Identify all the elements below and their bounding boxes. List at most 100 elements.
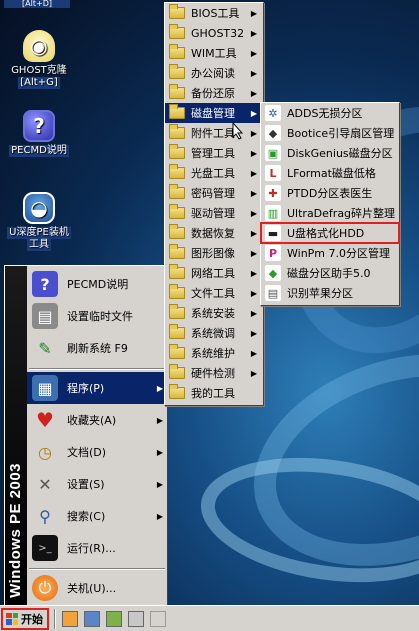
- start-item-pecmd[interactable]: ? PECMD说明: [27, 268, 167, 300]
- programs-menu-item[interactable]: 磁盘管理 ▶: [165, 103, 263, 123]
- programs-menu-item[interactable]: 文件工具 ▶: [165, 283, 263, 303]
- quicklaunch-explorer-icon[interactable]: [84, 610, 100, 627]
- desktop-icon-label-line2: 工具: [27, 239, 51, 251]
- start-item-run[interactable]: >_ 运行(R)...: [27, 532, 167, 564]
- programs-menu-item-label: GHOST32: [191, 26, 245, 40]
- start-item-label: 文档(D): [67, 446, 107, 459]
- programs-menu-item[interactable]: 系统微调 ▶: [165, 323, 263, 343]
- programs-menu-item[interactable]: 图形图像 ▶: [165, 243, 263, 263]
- partition-assistant-icon: ◆: [265, 265, 281, 281]
- disk-menu-item[interactable]: P WinPm 7.0分区管理: [261, 243, 399, 263]
- start-item-label: 运行(R)...: [67, 542, 116, 555]
- submenu-arrow-icon: ▶: [250, 348, 257, 358]
- folder-icon: [169, 224, 185, 239]
- disk-menu-item[interactable]: ▥ UltraDefrag碎片整理: [261, 203, 399, 223]
- folder-icon: [169, 344, 185, 359]
- quicklaunch-eraser-icon[interactable]: [150, 610, 166, 627]
- start-item-documents[interactable]: ◷ 文档(D) ▶: [27, 436, 167, 468]
- programs-menu-item-label: 附件工具: [191, 127, 235, 140]
- submenu-arrow-icon: ▶: [250, 188, 257, 198]
- folder-icon: [169, 44, 185, 59]
- quicklaunch-tool-icon[interactable]: [128, 610, 144, 627]
- desktop-icon-label: PECMD说明: [9, 145, 69, 157]
- bootice-icon: ◆: [265, 125, 281, 141]
- start-item-settings[interactable]: ✕ 设置(S) ▶: [27, 468, 167, 500]
- programs-menu-item-label: 系统安装: [191, 307, 235, 320]
- disk-menu-item[interactable]: L LFormat磁盘低格: [261, 163, 399, 183]
- programs-menu-item[interactable]: 密码管理 ▶: [165, 183, 263, 203]
- banner-text: Windows PE 2003: [7, 463, 24, 598]
- programs-menu-item-label: 办公阅读: [191, 67, 235, 80]
- programs-menu-item[interactable]: 硬件检测 ▶: [165, 363, 263, 383]
- quicklaunch-folder-icon[interactable]: [62, 610, 78, 627]
- start-item-shutdown[interactable]: ⏻ 关机(U)...: [27, 572, 167, 604]
- winpm-icon: P: [265, 245, 281, 261]
- programs-menu-item-label: 我的工具: [191, 387, 235, 400]
- desktop-icon-hotkey: [Alt+G]: [18, 77, 60, 89]
- folder-icon: [169, 264, 185, 279]
- help-icon: ?: [32, 271, 58, 297]
- ptdd-icon: ✚: [265, 185, 281, 201]
- programs-menu-item[interactable]: 网络工具 ▶: [165, 263, 263, 283]
- programs-menu-item[interactable]: 附件工具 ▶: [165, 123, 263, 143]
- submenu-arrow-icon: ▶: [250, 148, 257, 158]
- programs-menu-item[interactable]: 办公阅读 ▶: [165, 63, 263, 83]
- programs-menu-item[interactable]: 驱动管理 ▶: [165, 203, 263, 223]
- programs-menu-item-label: 密码管理: [191, 187, 235, 200]
- disk-menu-item[interactable]: ◆ 磁盘分区助手5.0: [261, 263, 399, 283]
- programs-menu-item-label: 驱动管理: [191, 207, 235, 220]
- submenu-arrow-icon: ▶: [250, 308, 257, 318]
- programs-menu-item[interactable]: 系统安装 ▶: [165, 303, 263, 323]
- submenu-arrow-icon: ▶: [250, 88, 257, 98]
- wrench-icon: ✕: [38, 474, 52, 494]
- ultradefrag-icon: ▥: [265, 205, 281, 221]
- start-item-programs[interactable]: ▦ 程序(P) ▶: [27, 372, 167, 404]
- programs-menu-item-label: 网络工具: [191, 267, 235, 280]
- search-icon: ⚲: [39, 506, 51, 526]
- start-item-refresh[interactable]: ✎ 刷新系统 F9: [27, 332, 167, 364]
- programs-menu-item-label: 管理工具: [191, 147, 235, 160]
- folder-icon: [169, 184, 185, 199]
- programs-menu-item-label: 图形图像: [191, 247, 235, 260]
- disk-menu-item[interactable]: ✚ PTDD分区表医生: [261, 183, 399, 203]
- programs-menu-item[interactable]: 管理工具 ▶: [165, 143, 263, 163]
- submenu-arrow-icon: ▶: [250, 28, 257, 38]
- power-icon: ⏻: [32, 575, 58, 601]
- disk-menu-item[interactable]: ✲ ADDS无损分区: [261, 103, 399, 123]
- desktop-icon-udeepin-pe[interactable]: ◒ U深度PE装机 工具: [2, 192, 76, 251]
- programs-menu-item[interactable]: 备份还原 ▶: [165, 83, 263, 103]
- desktop-icon-ghost[interactable]: ◉ GHOST克隆 [Alt+G]: [2, 30, 76, 89]
- programs-menu-item[interactable]: 我的工具: [165, 383, 263, 403]
- disk-menu-item[interactable]: ▣ DiskGenius磁盘分区: [261, 143, 399, 163]
- programs-menu-item[interactable]: 系统维护 ▶: [165, 343, 263, 363]
- programs-menu-item-label: BIOS工具: [191, 7, 240, 20]
- disk-menu-item-label: UltraDefrag碎片整理: [287, 207, 396, 220]
- disk-menu-item-label: ADDS无损分区: [287, 107, 363, 120]
- usb-format-icon: ▬: [265, 225, 281, 241]
- disk-menu-item-label: U盘格式化HDD: [287, 227, 365, 240]
- quicklaunch-app-icon[interactable]: [106, 610, 122, 627]
- desktop-icon-label-cut: [Alt+D]: [4, 0, 70, 8]
- programs-menu-item[interactable]: WIM工具 ▶: [165, 43, 263, 63]
- submenu-arrow-icon: ▶: [250, 328, 257, 338]
- desktop-icon-pecmd[interactable]: ? PECMD说明: [2, 110, 76, 157]
- start-button[interactable]: 开始: [1, 607, 49, 630]
- start-item-favorites[interactable]: ♥ 收藏夹(A) ▶: [27, 404, 167, 436]
- programs-menu-item[interactable]: 数据恢复 ▶: [165, 223, 263, 243]
- submenu-arrow-icon: ▶: [250, 248, 257, 258]
- programs-menu-item[interactable]: 光盘工具 ▶: [165, 163, 263, 183]
- programs-menu-item[interactable]: BIOS工具 ▶: [165, 3, 263, 23]
- disk-menu-item[interactable]: ▬ U盘格式化HDD: [260, 222, 400, 244]
- programs-menu-item-label: 光盘工具: [191, 167, 235, 180]
- start-item-search[interactable]: ⚲ 搜索(C) ▶: [27, 500, 167, 532]
- disk-menu-item[interactable]: ◆ Bootice引导扇区管理: [261, 123, 399, 143]
- start-item-label: 搜索(C): [67, 510, 106, 523]
- programs-menu-item[interactable]: GHOST32 ▶: [165, 23, 263, 43]
- submenu-arrow-icon: ▶: [250, 368, 257, 378]
- disk-menu-item-label: PTDD分区表医生: [287, 187, 373, 200]
- start-item-temp-files[interactable]: ▤ 设置临时文件: [27, 300, 167, 332]
- disk-menu-item[interactable]: ▤ 识别苹果分区: [261, 283, 399, 303]
- disk-menu-item-label: WinPm 7.0分区管理: [287, 247, 391, 260]
- disk-menu-item-label: 识别苹果分区: [287, 287, 353, 300]
- desktop-icon-label: U深度PE装机: [7, 227, 71, 239]
